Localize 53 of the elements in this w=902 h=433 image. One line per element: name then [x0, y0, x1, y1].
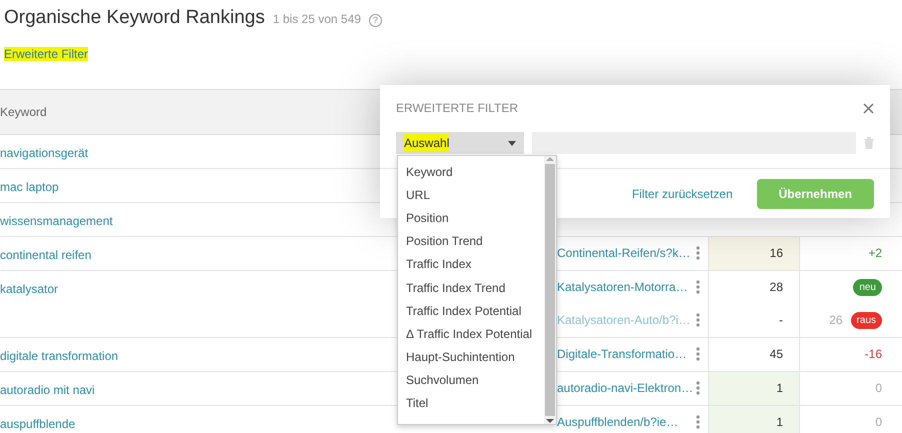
position-change: -16 [864, 346, 882, 363]
filter-value-field[interactable] [532, 132, 856, 154]
more-options-icon[interactable] [696, 381, 700, 395]
scroll-down-icon[interactable] [546, 418, 554, 424]
keyword-link[interactable]: wissensmanagement [0, 214, 113, 228]
position-cell: 16 [709, 236, 799, 270]
dropdown-option[interactable]: Traffic Index Trend [398, 276, 544, 300]
close-icon[interactable] [863, 102, 874, 114]
dialog-title: ERWEITERTE FILTER [396, 100, 518, 117]
dropdown-option[interactable]: URL [398, 183, 544, 206]
apply-button[interactable]: Übernehmen [756, 178, 874, 208]
scrollbar-thumb[interactable] [545, 164, 555, 416]
scroll-up-icon[interactable] [546, 156, 554, 162]
keyword-link[interactable]: autoradio mit navi [0, 382, 95, 396]
dropdown-option[interactable]: Δ Traffic Index Potential [398, 322, 544, 346]
reset-filter-link[interactable]: Filter zurücksetzen [632, 184, 733, 202]
keyword-link[interactable]: navigationsgerät [0, 146, 88, 160]
position-cell-text: - [778, 312, 784, 329]
keyword-link[interactable]: auspuffblende [0, 416, 76, 430]
field-select[interactable]: Auswahl [396, 132, 524, 154]
more-options-icon[interactable] [696, 246, 700, 260]
help-icon[interactable]: ? [368, 14, 382, 27]
position-cell: 1 [709, 372, 799, 404]
dropdown-option[interactable]: Traffic Index [398, 252, 544, 276]
keyword-link[interactable]: digitale transformation [0, 348, 118, 362]
position-change: 26 [829, 312, 843, 329]
result-count: 1 bis 25 von 549 [272, 11, 361, 28]
page-title: Organische Keyword Rankings [4, 6, 265, 30]
caret-icon [508, 140, 516, 146]
more-options-icon[interactable] [696, 313, 700, 327]
dropdown-option[interactable]: Position Trend [398, 230, 544, 253]
more-options-icon[interactable] [696, 280, 700, 294]
dropdown-option[interactable]: Traffic Index Potential [398, 299, 544, 322]
position-cell: 1 [709, 406, 799, 433]
status-badge: neu [853, 278, 882, 296]
dropdown-option[interactable]: Haupt-Suchintention [398, 346, 544, 369]
keyword-link[interactable]: katalysator [0, 282, 58, 296]
dropdown-option[interactable]: Titel [398, 392, 544, 416]
advanced-filter-link[interactable]: Erweiterte Filter [4, 46, 88, 60]
status-badge: raus [850, 312, 882, 328]
more-options-icon[interactable] [696, 415, 700, 429]
position-cell-text: 28 [768, 279, 784, 296]
position-change: 0 [875, 414, 882, 431]
dropdown-option[interactable]: Keyword [398, 160, 544, 184]
dropdown-option[interactable]: Suchvolumen [398, 368, 544, 392]
keyword-link[interactable]: mac laptop [0, 180, 59, 194]
column-header[interactable]: Keyword [0, 102, 47, 120]
position-change: +2 [868, 245, 882, 262]
position-change: 0 [875, 380, 882, 397]
position-cell-text: 45 [768, 346, 784, 363]
more-options-icon[interactable] [696, 347, 700, 361]
keyword-link[interactable]: continental reifen [0, 248, 92, 262]
dropdown-option[interactable]: Position [398, 206, 544, 230]
